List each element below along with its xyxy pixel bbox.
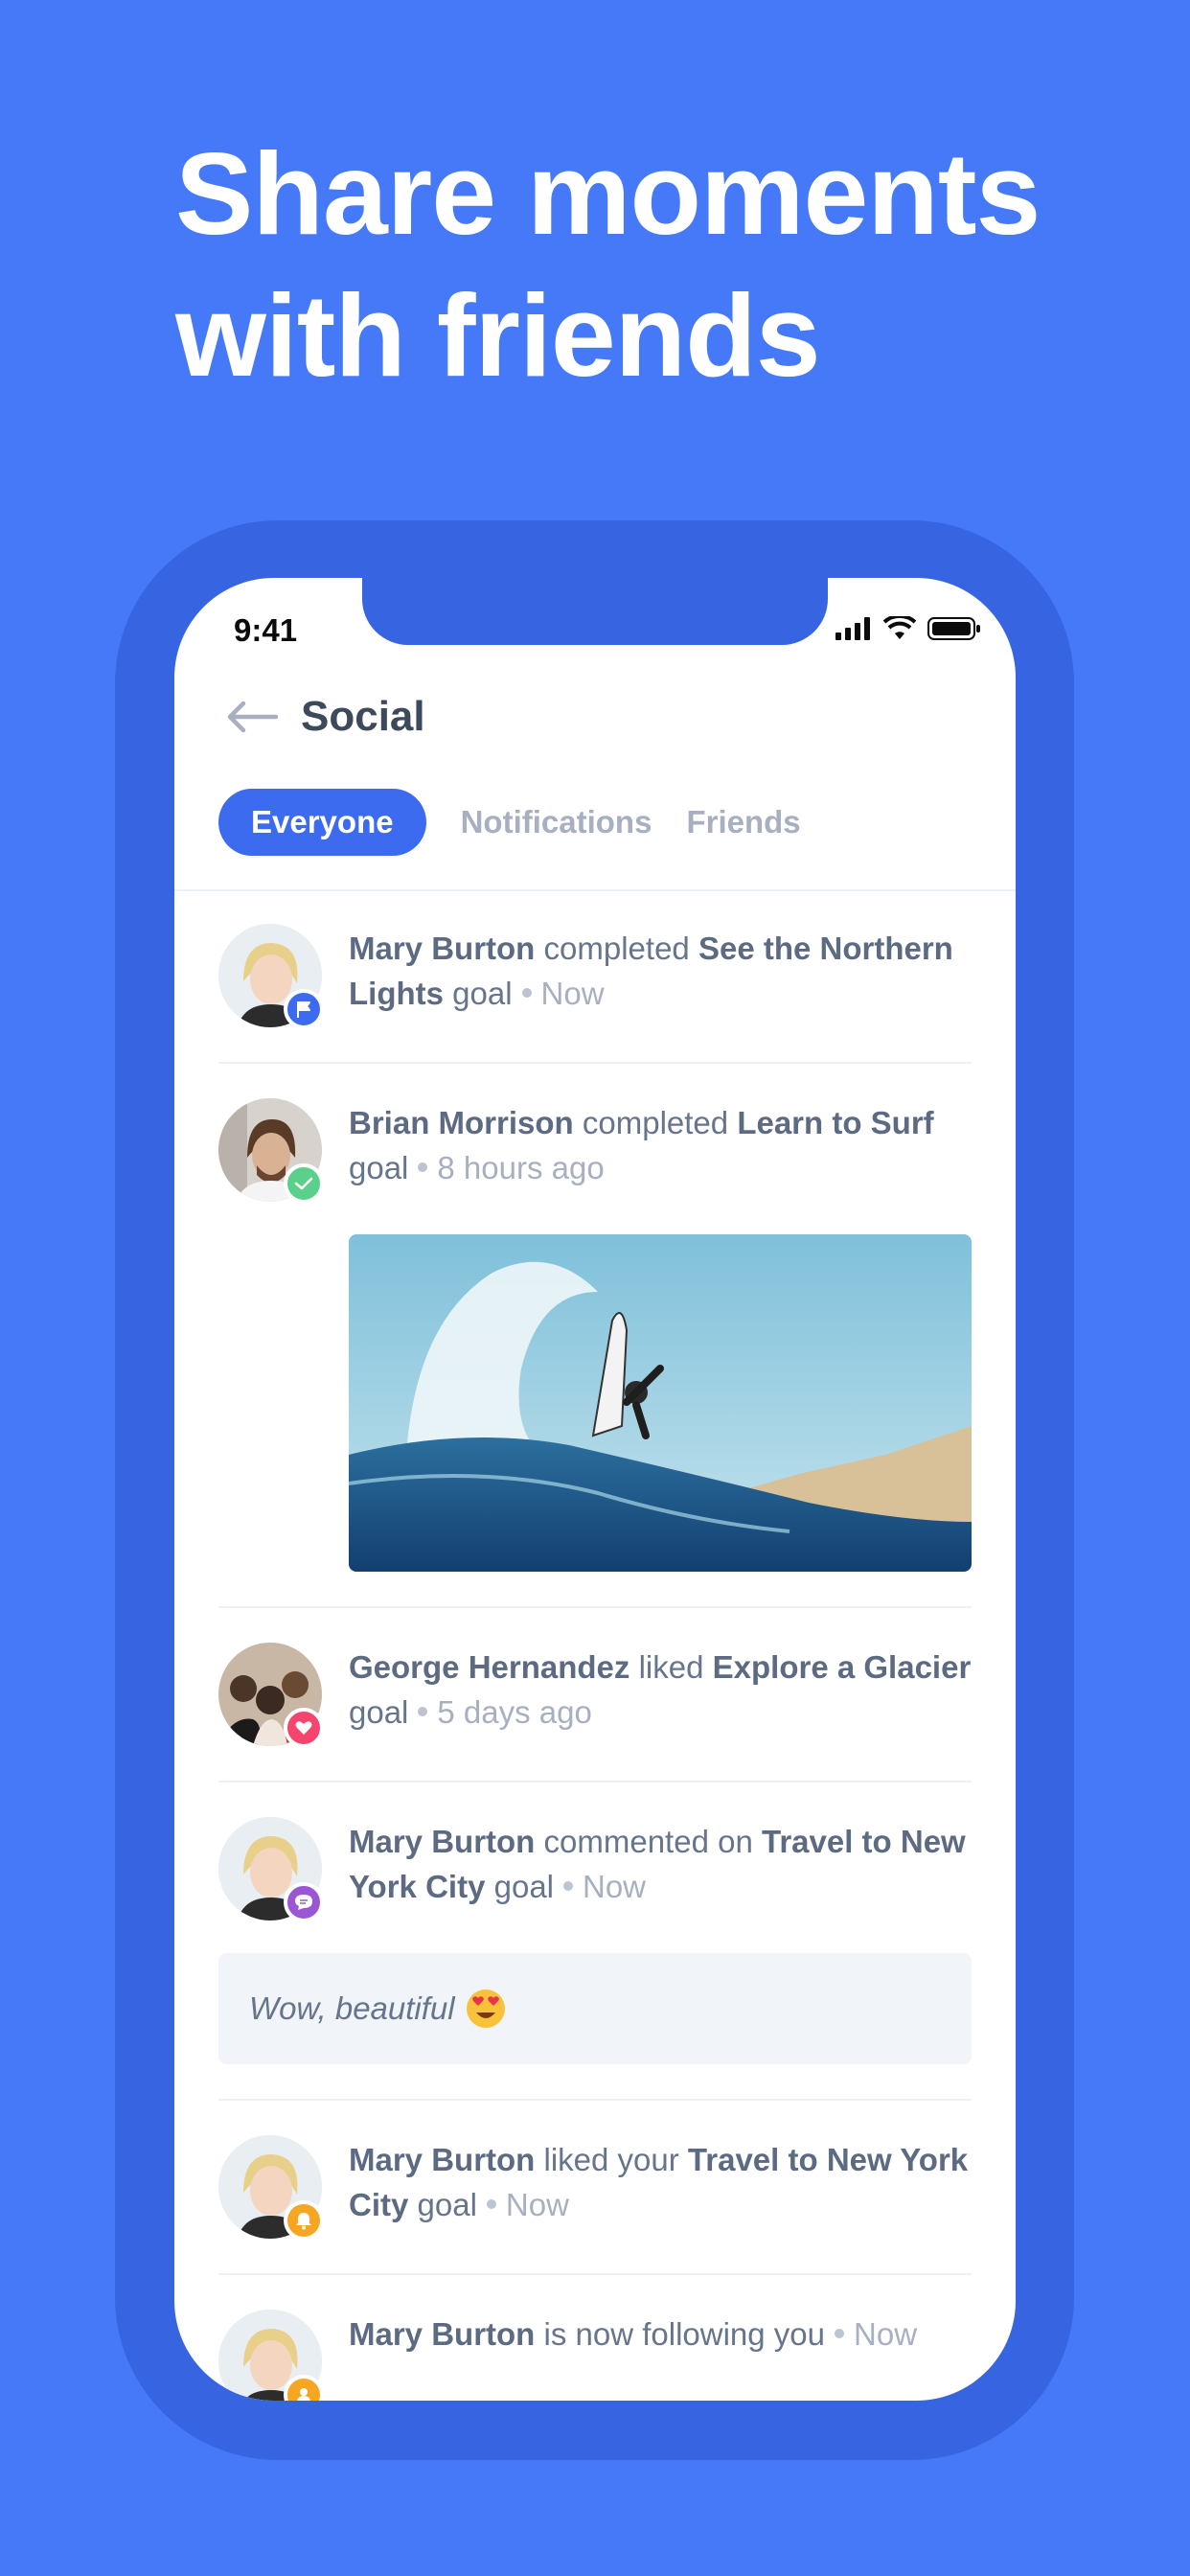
- comment-bubble[interactable]: Wow, beautiful: [218, 1953, 972, 2064]
- activity-text: Mary Burton liked your Travel to New Yor…: [349, 2135, 972, 2227]
- tab-notifications[interactable]: Notifications: [461, 804, 652, 840]
- surf-photo-image: [349, 1234, 972, 1572]
- status-icons: [835, 616, 981, 641]
- timestamp: 5 days ago: [437, 1694, 592, 1730]
- heart-eyes-emoji-icon: [466, 1990, 505, 2028]
- notch: [362, 578, 828, 645]
- activity-feed: Mary Burton completed See the Northern L…: [218, 889, 972, 2401]
- goal-name[interactable]: Explore a Glacier: [713, 1649, 972, 1685]
- goal-suffix: goal: [493, 1869, 554, 1904]
- status-time: 9:41: [234, 612, 298, 648]
- avatar[interactable]: [218, 924, 324, 1029]
- user-name[interactable]: Mary Burton: [349, 931, 535, 966]
- hero-line-2: with friends: [175, 270, 821, 401]
- activity-text: Brian Morrison completed Learn to Surf g…: [349, 1098, 972, 1190]
- goal-suffix: goal: [349, 1694, 409, 1730]
- separator-dot: [835, 2329, 845, 2339]
- list-item[interactable]: Brian Morrison completed Learn to Surf g…: [218, 1064, 972, 1608]
- goal-suffix: goal: [452, 976, 513, 1011]
- badge: [284, 989, 324, 1029]
- goal-suffix: goal: [417, 2187, 477, 2222]
- separator-dot: [486, 2199, 496, 2210]
- timestamp: 8 hours ago: [437, 1150, 605, 1185]
- activity-text: Mary Burton commented on Travel to New Y…: [349, 1817, 972, 1909]
- separator-dot: [418, 1707, 428, 1717]
- user-name[interactable]: Mary Burton: [349, 1824, 535, 1859]
- separator-dot: [521, 988, 532, 999]
- list-item[interactable]: Mary Burton is now following you Now: [218, 2275, 972, 2401]
- avatar[interactable]: [218, 2135, 324, 2241]
- list-item[interactable]: Mary Burton commented on Travel to New Y…: [218, 1782, 972, 2101]
- timestamp: Now: [583, 1869, 647, 1904]
- check-icon: [294, 1177, 313, 1190]
- app-header: Social: [224, 693, 425, 741]
- user-name[interactable]: Mary Burton: [349, 2316, 535, 2352]
- activity-text: Mary Burton is now following you Now: [349, 2310, 917, 2357]
- tab-everyone[interactable]: Everyone: [218, 789, 426, 856]
- back-arrow-icon[interactable]: [224, 698, 278, 736]
- flag-icon: [297, 1001, 310, 1018]
- action-text: liked your: [543, 2142, 679, 2177]
- action-text: completed: [543, 931, 690, 966]
- list-item[interactable]: George Hernandez liked Explore a Glacier…: [218, 1608, 972, 1782]
- hero-line-1: Share moments: [175, 128, 1041, 259]
- goal-suffix: goal: [349, 1150, 409, 1185]
- separator-dot: [418, 1162, 428, 1173]
- action-text: completed: [582, 1105, 729, 1140]
- list-item[interactable]: Mary Burton liked your Travel to New Yor…: [218, 2101, 972, 2275]
- avatar[interactable]: [218, 1817, 324, 1922]
- timestamp: Now: [540, 976, 605, 1011]
- page-title: Social: [301, 693, 425, 740]
- user-name[interactable]: Mary Burton: [349, 2142, 535, 2177]
- battery-icon: [927, 617, 980, 640]
- heart-icon: [295, 1721, 312, 1735]
- action-text: commented on: [543, 1824, 753, 1859]
- activity-text: George Hernandez liked Explore a Glacier…: [349, 1643, 972, 1735]
- avatar[interactable]: [218, 1098, 324, 1204]
- list-item[interactable]: Mary Burton completed See the Northern L…: [218, 889, 972, 1064]
- activity-text: Mary Burton completed See the Northern L…: [349, 924, 972, 1016]
- tab-bar: Everyone Notifications Friends: [218, 789, 801, 856]
- user-name[interactable]: George Hernandez: [349, 1649, 629, 1685]
- user-name[interactable]: Brian Morrison: [349, 1105, 574, 1140]
- person-icon: [297, 2388, 310, 2401]
- signal-icon: [835, 617, 870, 640]
- bell-icon: [296, 2213, 311, 2230]
- tab-friends[interactable]: Friends: [686, 804, 800, 840]
- wifi-icon: [883, 616, 916, 639]
- avatar[interactable]: [218, 1643, 324, 1748]
- timestamp: Now: [505, 2187, 569, 2222]
- avatar[interactable]: [218, 2310, 324, 2401]
- badge: [284, 1163, 324, 1204]
- timestamp: Now: [854, 2316, 918, 2352]
- post-photo[interactable]: [349, 1234, 972, 1572]
- badge: [284, 1708, 324, 1748]
- action-text: is now following you: [543, 2316, 826, 2352]
- comment-text: Wow, beautiful: [249, 1990, 455, 2026]
- badge: [284, 1882, 324, 1922]
- chat-icon: [295, 1895, 312, 1910]
- separator-dot: [563, 1881, 573, 1892]
- hero-heading: Share moments with friends: [175, 123, 1095, 406]
- badge: [284, 2200, 324, 2241]
- action-text: liked: [638, 1649, 704, 1685]
- phone-screen: 9:41 Social Everyone Notifications Frien…: [174, 578, 1016, 2401]
- goal-name[interactable]: Learn to Surf: [737, 1105, 933, 1140]
